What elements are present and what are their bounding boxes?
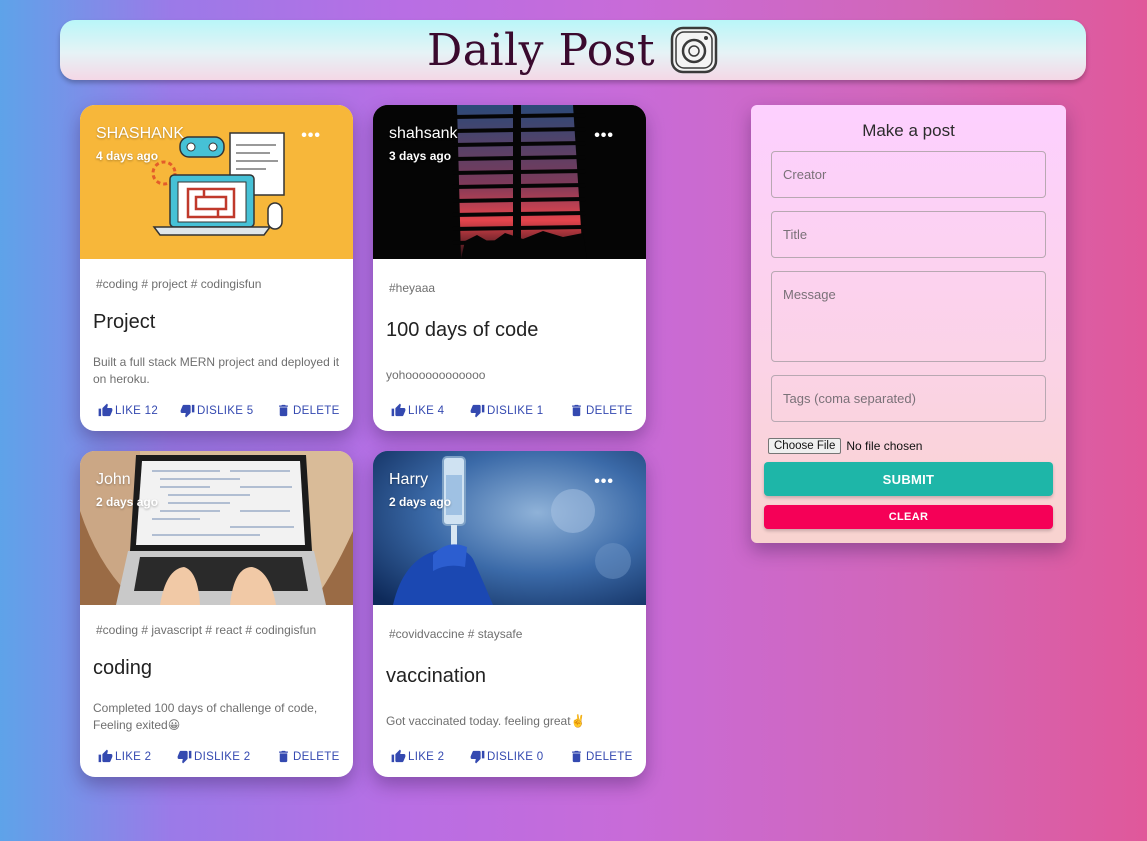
post-time: 4 days ago: [96, 149, 159, 163]
dislike-label: DISLIKE 5: [197, 404, 254, 417]
delete-button[interactable]: DELETE: [569, 749, 633, 764]
clear-button[interactable]: CLEAR: [764, 505, 1053, 529]
like-label: LIKE 2: [115, 750, 152, 763]
dislike-label: DISLIKE 2: [194, 750, 251, 763]
file-status: No file chosen: [846, 439, 923, 453]
like-label: LIKE 2: [408, 750, 445, 763]
post-tags: #covidvaccine # staysafe: [389, 627, 523, 641]
post-creator: SHASHANK: [96, 125, 185, 142]
tags-field[interactable]: Tags (coma separated): [771, 375, 1046, 422]
thumb-up-icon: [98, 749, 113, 763]
post-actions: LIKE 2 DISLIKE 2 DELETE: [80, 749, 353, 765]
title-placeholder: Title: [783, 227, 808, 242]
thumb-down-icon: [470, 750, 485, 764]
dislike-button[interactable]: DISLIKE 5: [180, 403, 253, 418]
dislike-label: DISLIKE 1: [487, 404, 544, 417]
post-image: shahsank 3 days ago •••: [373, 105, 646, 259]
post-tags: #heyaaa: [389, 281, 436, 295]
post-time: 2 days ago: [389, 495, 452, 509]
choose-file-button[interactable]: Choose File: [768, 438, 842, 454]
post-title: 100 days of code: [386, 319, 539, 341]
delete-label: DELETE: [293, 750, 340, 763]
trash-icon: [279, 750, 288, 763]
post-message: Built a full stack MERN project and depl…: [93, 355, 340, 386]
submit-button[interactable]: SUBMIT: [764, 462, 1053, 496]
trash-icon: [572, 404, 581, 417]
like-button[interactable]: LIKE 2: [391, 749, 444, 764]
delete-button[interactable]: DELETE: [276, 403, 340, 418]
app-header: Daily Post: [60, 20, 1086, 80]
thumb-down-icon: [180, 404, 195, 418]
post-tags: #coding # project # codingisfun: [96, 277, 262, 291]
like-button[interactable]: LIKE 4: [391, 403, 444, 418]
message-placeholder: Message: [783, 287, 836, 302]
creator-placeholder: Creator: [783, 167, 827, 182]
post-creator: shahsank: [389, 125, 458, 142]
dislike-button[interactable]: DISLIKE 1: [470, 403, 543, 418]
post-card: John 2 days ago #coding # javascript # r…: [80, 451, 353, 777]
post-actions: LIKE 2 DISLIKE 0 DELETE: [373, 749, 646, 765]
post-actions: LIKE 4 DISLIKE 1 DELETE: [373, 403, 646, 419]
post-title: Project: [93, 311, 156, 333]
post-time: 2 days ago: [96, 495, 159, 509]
like-label: LIKE 12: [115, 404, 159, 417]
title-field[interactable]: Title: [771, 211, 1046, 258]
post-card: shahsank 3 days ago ••• #heyaaa 100 days…: [373, 105, 646, 431]
post-tags: #coding # javascript # react # codingisf…: [96, 623, 317, 637]
form-title: Make a post: [862, 121, 955, 140]
post-creator: Harry: [389, 471, 429, 488]
dislike-label: DISLIKE 0: [487, 750, 544, 763]
like-button[interactable]: LIKE 12: [98, 403, 158, 418]
post-creator: John: [96, 471, 131, 488]
post-message: Got vaccinated today. feeling great✌️: [386, 714, 586, 728]
message-field[interactable]: Message: [771, 271, 1046, 362]
make-post-form: Make a post Creator Title Message Tags (…: [751, 105, 1066, 543]
dislike-button[interactable]: DISLIKE 2: [177, 749, 250, 764]
post-message: Completed 100 days of challenge of code,…: [93, 701, 318, 732]
app-title: Daily Post: [426, 24, 656, 76]
delete-button[interactable]: DELETE: [569, 403, 633, 418]
trash-icon: [279, 404, 288, 417]
post-image: Harry 2 days ago •••: [373, 451, 646, 605]
trash-icon: [572, 750, 581, 763]
post-message: yohoooooooooooo: [386, 368, 486, 382]
more-options-button[interactable]: •••: [594, 473, 614, 491]
thumb-up-icon: [391, 749, 406, 763]
more-options-button[interactable]: •••: [594, 127, 614, 145]
like-label: LIKE 4: [408, 404, 445, 417]
thumb-down-icon: [177, 750, 192, 764]
delete-button[interactable]: DELETE: [276, 749, 340, 764]
thumb-up-icon: [98, 403, 113, 417]
thumb-down-icon: [470, 404, 485, 418]
delete-label: DELETE: [586, 404, 633, 417]
file-input: Choose File No file chosen: [768, 438, 922, 454]
delete-label: DELETE: [586, 750, 633, 763]
post-image: John 2 days ago: [80, 451, 353, 605]
thumb-up-icon: [391, 403, 406, 417]
tags-placeholder: Tags (coma separated): [783, 391, 916, 406]
post-card: SHASHANK 4 days ago ••• #coding # projec…: [80, 105, 353, 431]
like-button[interactable]: LIKE 2: [98, 749, 151, 764]
more-options-button[interactable]: •••: [301, 127, 321, 145]
post-image: SHASHANK 4 days ago •••: [80, 105, 353, 259]
post-time: 3 days ago: [389, 149, 452, 163]
dislike-button[interactable]: DISLIKE 0: [470, 749, 543, 764]
camera-logo-icon: [670, 26, 718, 74]
post-actions: LIKE 12 DISLIKE 5 DELETE: [80, 403, 353, 419]
delete-label: DELETE: [293, 404, 340, 417]
post-card: Harry 2 days ago ••• #covidvaccine # sta…: [373, 451, 646, 777]
post-title: vaccination: [386, 665, 487, 687]
post-title: coding: [93, 657, 152, 679]
creator-field[interactable]: Creator: [771, 151, 1046, 198]
